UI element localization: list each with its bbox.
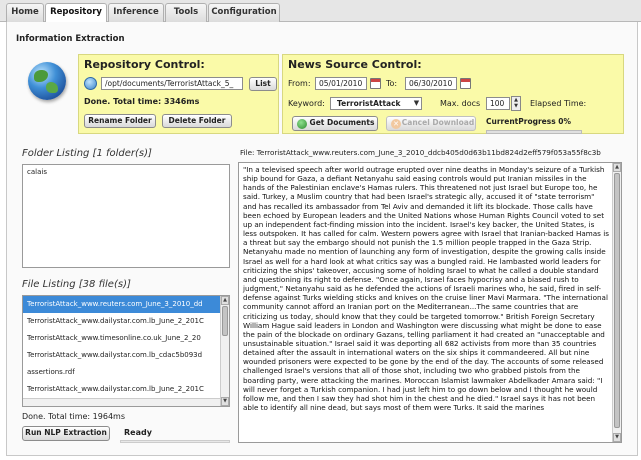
file-item[interactable]: TerroristAttack_www.reuters.com_June_3_2…: [23, 296, 229, 313]
to-label: To:: [386, 79, 398, 88]
globe-icon: [28, 62, 66, 100]
home-folder-icon[interactable]: [84, 77, 97, 90]
scroll-down-icon[interactable]: ▼: [221, 397, 229, 406]
doc-scroll-thumb[interactable]: [614, 173, 620, 428]
cancel-download-button[interactable]: ✕ Cancel Download: [386, 116, 476, 131]
tab-tools[interactable]: Tools: [165, 3, 207, 22]
file-item[interactable]: TerroristAttack_www.dailystar.com.lb_cda…: [23, 347, 229, 364]
delete-folder-button[interactable]: Delete Folder: [162, 114, 232, 128]
scroll-up-icon[interactable]: ▲: [221, 296, 229, 305]
from-label: From:: [288, 79, 311, 88]
folder-item-calais[interactable]: calais: [23, 165, 229, 179]
doc-scroll-down-icon[interactable]: ▼: [613, 433, 621, 442]
section-title: Information Extraction: [16, 34, 125, 44]
file-list-hscrollbar[interactable]: [23, 398, 220, 406]
max-docs-label: Max. docs: [440, 99, 481, 108]
to-date-input[interactable]: 06/30/2010: [405, 77, 457, 90]
ready-status: Ready: [124, 428, 152, 437]
get-documents-icon: [297, 119, 307, 129]
max-docs-input[interactable]: 100: [486, 97, 510, 110]
file-listing-title: File Listing [38 file(s)]: [22, 279, 131, 290]
rename-folder-button[interactable]: Rename Folder: [84, 114, 156, 128]
max-docs-stepper-icon[interactable]: ▲ ▼: [511, 96, 521, 111]
file-item[interactable]: assertions.rdf: [23, 364, 229, 381]
cancel-icon: ✕: [391, 119, 401, 129]
file-listing-box: TerroristAttack_www.reuters.com_June_3_2…: [22, 295, 230, 407]
document-text: "In a televised speech after world outra…: [243, 165, 609, 413]
from-calendar-icon[interactable]: [370, 78, 381, 89]
repository-status: Done. Total time: 3346ms: [84, 97, 200, 106]
tab-configuration[interactable]: Configuration: [208, 3, 280, 22]
document-text-area[interactable]: "In a televised speech after world outra…: [238, 162, 622, 443]
file-list-scrollbar[interactable]: ▲ ▼: [220, 296, 229, 406]
file-item[interactable]: TerroristAttack_www.dailystar.com.lb_Jun…: [23, 313, 229, 330]
current-progress-label: CurrentProgress 0%: [486, 117, 572, 126]
news-source-control-title: News Source Control:: [288, 58, 422, 71]
tab-home[interactable]: Home: [6, 3, 44, 22]
file-item[interactable]: TerroristAttack_www.timesonline.co.uk_Ju…: [23, 330, 229, 347]
from-date-input[interactable]: 05/01/2010: [315, 77, 367, 90]
tab-inference[interactable]: Inference: [108, 3, 164, 22]
tab-bar: Home Repository Inference Tools Configur…: [0, 0, 641, 23]
cancel-download-label: Cancel Download: [401, 118, 475, 127]
folder-listing-title: Folder Listing [1 folder(s)]: [22, 148, 152, 159]
document-scrollbar[interactable]: ▲ ▼: [612, 163, 621, 442]
doc-scroll-up-icon[interactable]: ▲: [613, 163, 621, 172]
get-documents-label: Get Documents: [309, 118, 375, 127]
nlp-progress-bar: [120, 440, 230, 443]
file-header: File: TerroristAttack_www.reuters.com_Ju…: [240, 148, 601, 157]
chevron-down-icon[interactable]: ▼: [412, 98, 421, 109]
file-item[interactable]: TerroristAttack_www.dailystar.com.lb_Jun…: [23, 381, 229, 398]
file-listing-status: Done. Total time: 1964ms: [22, 412, 125, 421]
get-documents-button[interactable]: Get Documents: [292, 116, 378, 131]
repository-control-title: Repository Control:: [84, 58, 205, 71]
list-button[interactable]: List: [249, 77, 277, 91]
repository-path-input[interactable]: /opt/documents/TerroristAttack_5_: [101, 77, 243, 90]
to-calendar-icon[interactable]: [460, 78, 471, 89]
tab-repository[interactable]: Repository: [45, 3, 107, 23]
folder-listing-box: calais: [22, 164, 230, 268]
keyword-select[interactable]: TerroristAttack: [330, 97, 422, 110]
scroll-thumb[interactable]: [222, 306, 228, 336]
run-nlp-extraction-button[interactable]: Run NLP Extraction: [22, 426, 110, 441]
keyword-label: Keyword:: [288, 99, 325, 108]
download-progress-bar: [486, 130, 582, 134]
elapsed-time-label: Elapsed Time:: [530, 99, 587, 108]
